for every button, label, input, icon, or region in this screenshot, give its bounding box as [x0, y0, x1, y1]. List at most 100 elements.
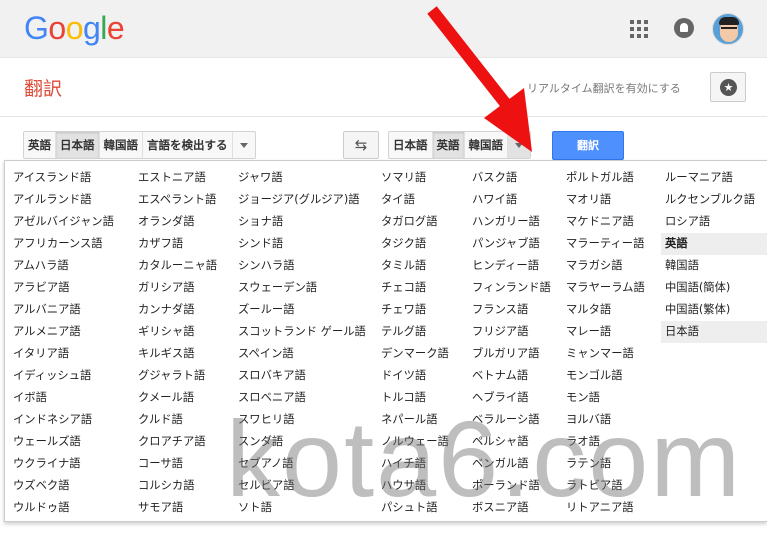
- language-option[interactable]: サモア語: [134, 497, 217, 519]
- language-option[interactable]: スウェーデン語: [234, 277, 366, 299]
- language-option[interactable]: マレー語: [562, 321, 645, 343]
- language-option[interactable]: マラーティー語: [562, 233, 645, 255]
- language-option[interactable]: アラビア語: [9, 277, 114, 299]
- swap-languages-button[interactable]: ⇆: [343, 131, 379, 159]
- language-option[interactable]: ベンガル語: [468, 453, 551, 475]
- language-option[interactable]: リトアニア語: [562, 497, 645, 519]
- language-option[interactable]: コーサ語: [134, 453, 217, 475]
- language-option[interactable]: ドイツ語: [377, 365, 449, 387]
- language-option[interactable]: ウズベク語: [9, 475, 114, 497]
- language-option[interactable]: デンマーク語: [377, 343, 449, 365]
- language-option[interactable]: チェワ語: [377, 299, 449, 321]
- language-option[interactable]: セルビア語: [234, 475, 366, 497]
- language-option[interactable]: 韓国語: [661, 255, 767, 277]
- language-option[interactable]: グジャラト語: [134, 365, 217, 387]
- language-option[interactable]: アムハラ語: [9, 255, 114, 277]
- language-option[interactable]: ミャンマー語: [562, 343, 645, 365]
- language-option[interactable]: ヨルバ語: [562, 409, 645, 431]
- language-option[interactable]: ラオ語: [562, 431, 645, 453]
- language-option[interactable]: スロバキア語: [234, 365, 366, 387]
- language-option[interactable]: カザフ語: [134, 233, 217, 255]
- language-option[interactable]: フィンランド語: [468, 277, 551, 299]
- language-option[interactable]: イボ語: [9, 387, 114, 409]
- language-option[interactable]: ガリシア語: [134, 277, 217, 299]
- language-option[interactable]: スワヒリ語: [234, 409, 366, 431]
- language-option[interactable]: ズールー語: [234, 299, 366, 321]
- language-option[interactable]: ヘブライ語: [468, 387, 551, 409]
- language-option[interactable]: ハウサ語: [377, 475, 449, 497]
- language-option[interactable]: ウルドゥ語: [9, 497, 114, 519]
- language-option[interactable]: スンダ語: [234, 431, 366, 453]
- language-option[interactable]: チェコ語: [377, 277, 449, 299]
- realtime-translation-label[interactable]: リアルタイム翻訳を有効にする: [527, 80, 681, 96]
- language-option[interactable]: ポーランド語: [468, 475, 551, 497]
- language-option[interactable]: エスペラント語: [134, 189, 217, 211]
- phrasebook-star-button[interactable]: ★: [710, 72, 746, 102]
- language-option[interactable]: エストニア語: [134, 167, 217, 189]
- language-option[interactable]: アイルランド語: [9, 189, 114, 211]
- language-option[interactable]: ジャワ語: [234, 167, 366, 189]
- source-lang-japanese[interactable]: 日本語: [56, 132, 100, 158]
- language-option[interactable]: タガログ語: [377, 211, 449, 233]
- language-option[interactable]: ラトビア語: [562, 475, 645, 497]
- language-option[interactable]: ハンガリー語: [468, 211, 551, 233]
- language-option[interactable]: パンジャブ語: [468, 233, 551, 255]
- language-option[interactable]: パシュト語: [377, 497, 449, 519]
- language-option[interactable]: マルタ語: [562, 299, 645, 321]
- language-option[interactable]: 日本語: [661, 321, 767, 343]
- language-option[interactable]: アルメニア語: [9, 321, 114, 343]
- language-option[interactable]: アフリカーンス語: [9, 233, 114, 255]
- language-option[interactable]: ルクセンブルク語: [661, 189, 767, 211]
- language-option[interactable]: シンド語: [234, 233, 366, 255]
- language-option[interactable]: フリジア語: [468, 321, 551, 343]
- language-option[interactable]: マケドニア語: [562, 211, 645, 233]
- language-option[interactable]: ハイチ語: [377, 453, 449, 475]
- language-option[interactable]: モン語: [562, 387, 645, 409]
- language-option[interactable]: アルバニア語: [9, 299, 114, 321]
- source-lang-detect[interactable]: 言語を検出する: [143, 132, 233, 158]
- language-option[interactable]: 英語: [661, 233, 767, 255]
- language-option[interactable]: イディッシュ語: [9, 365, 114, 387]
- language-option[interactable]: イタリア語: [9, 343, 114, 365]
- language-option[interactable]: キルギス語: [134, 343, 217, 365]
- language-option[interactable]: ボスニア語: [468, 497, 551, 519]
- language-option[interactable]: ショナ語: [234, 211, 366, 233]
- language-option[interactable]: タイ語: [377, 189, 449, 211]
- language-option[interactable]: ブルガリア語: [468, 343, 551, 365]
- language-option[interactable]: ウクライナ語: [9, 453, 114, 475]
- bell-icon[interactable]: [674, 18, 694, 38]
- google-logo[interactable]: Google: [24, 10, 125, 47]
- source-lang-english[interactable]: 英語: [24, 132, 56, 158]
- language-option[interactable]: スロベニア語: [234, 387, 366, 409]
- language-option[interactable]: タジク語: [377, 233, 449, 255]
- language-option[interactable]: マラヤーラム語: [562, 277, 645, 299]
- language-option[interactable]: ソト語: [234, 497, 366, 519]
- language-option[interactable]: クメール語: [134, 387, 217, 409]
- language-option[interactable]: コルシカ語: [134, 475, 217, 497]
- language-option[interactable]: ギリシャ語: [134, 321, 217, 343]
- language-option[interactable]: アゼルバイジャン語: [9, 211, 114, 233]
- language-option[interactable]: インドネシア語: [9, 409, 114, 431]
- language-option[interactable]: ルーマニア語: [661, 167, 767, 189]
- language-option[interactable]: 中国語(繁体): [661, 299, 767, 321]
- language-option[interactable]: ソマリ語: [377, 167, 449, 189]
- language-option[interactable]: マオリ語: [562, 189, 645, 211]
- language-option[interactable]: バスク語: [468, 167, 551, 189]
- language-option[interactable]: ノルウェー語: [377, 431, 449, 453]
- language-option[interactable]: クルド語: [134, 409, 217, 431]
- language-option[interactable]: テルグ語: [377, 321, 449, 343]
- language-option[interactable]: ハワイ語: [468, 189, 551, 211]
- language-option[interactable]: モンゴル語: [562, 365, 645, 387]
- language-option[interactable]: ラテン語: [562, 453, 645, 475]
- language-option[interactable]: クロアチア語: [134, 431, 217, 453]
- language-option[interactable]: カンナダ語: [134, 299, 217, 321]
- language-option[interactable]: ヒンディー語: [468, 255, 551, 277]
- language-option[interactable]: タミル語: [377, 255, 449, 277]
- language-option[interactable]: アイスランド語: [9, 167, 114, 189]
- language-option[interactable]: 中国語(簡体): [661, 277, 767, 299]
- language-option[interactable]: フランス語: [468, 299, 551, 321]
- language-option[interactable]: ベトナム語: [468, 365, 551, 387]
- language-option[interactable]: マラガシ語: [562, 255, 645, 277]
- language-option[interactable]: セブアノ語: [234, 453, 366, 475]
- language-option[interactable]: スコットランド ゲール語: [234, 321, 366, 343]
